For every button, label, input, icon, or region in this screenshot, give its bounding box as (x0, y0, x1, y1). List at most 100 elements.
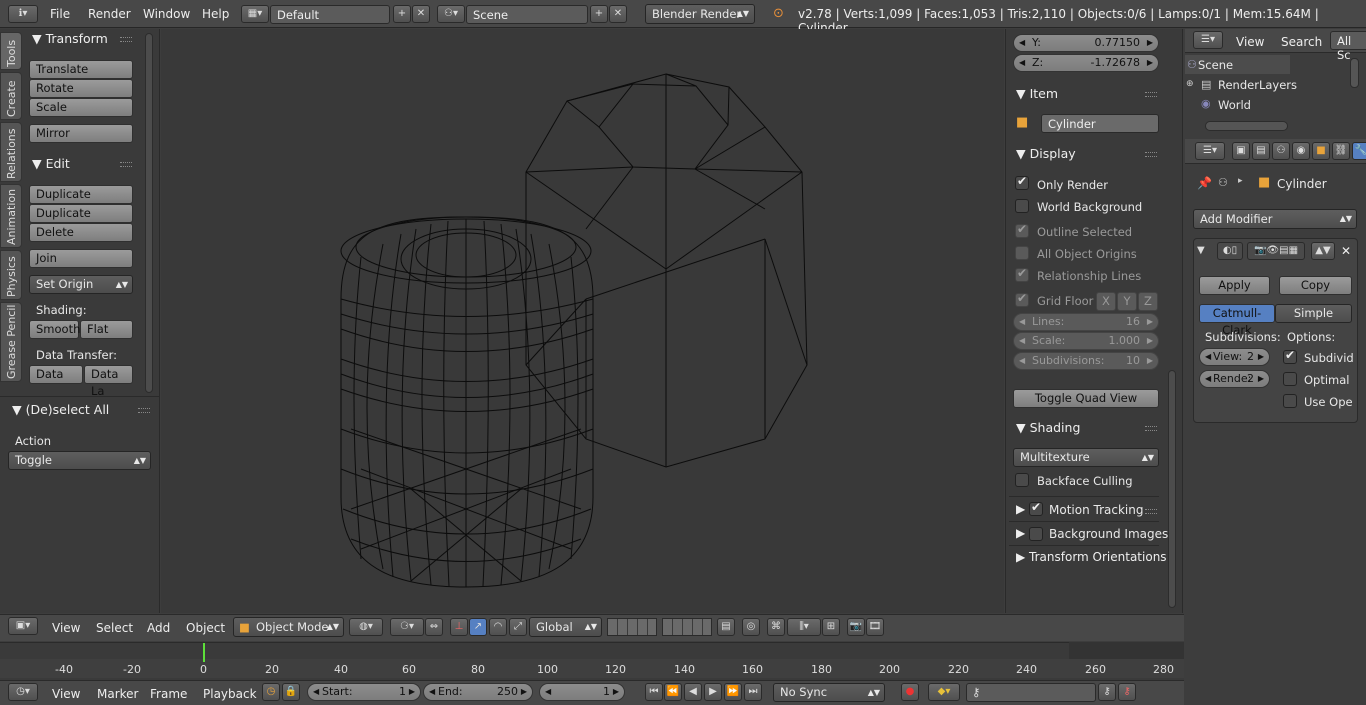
3d-viewport[interactable] (161, 29, 1004, 613)
viewport-add-menu[interactable]: Add (147, 621, 170, 635)
proportional-edit-icon[interactable]: ◎ (742, 618, 760, 636)
edit-panel-header[interactable]: ▼ Edit (32, 156, 70, 171)
increment-arrow-icon[interactable]: ▶ (613, 684, 619, 700)
outliner-v-scrollbar[interactable] (1350, 58, 1359, 88)
scene-layers-grid-2[interactable] (662, 618, 712, 636)
sync-mode-dropdown[interactable]: No Sync ▲▼ (773, 683, 885, 702)
object-name-field[interactable]: Cylinder (1041, 114, 1159, 133)
add-modifier-dropdown[interactable]: Add Modifier ▲▼ (1193, 209, 1357, 229)
viewport-editor-type-icon[interactable]: ▣▾ (8, 617, 38, 635)
tool-shelf-scrollbar[interactable] (145, 33, 153, 393)
increment-arrow-icon[interactable]: ▶ (1258, 371, 1264, 387)
render-engine-dropdown[interactable]: Blender Render ▲▼ (645, 4, 755, 24)
viewport-shading-icon[interactable]: ◍▾ (349, 618, 383, 636)
current-frame-field[interactable]: ◀ 1 ▶ (539, 683, 625, 701)
jump-end-icon[interactable]: ⏭ (744, 683, 762, 701)
end-frame-field[interactable]: ◀ End: 250 ▶ (423, 683, 533, 701)
increment-arrow-icon[interactable]: ▶ (1147, 35, 1153, 51)
increment-arrow-icon[interactable]: ▶ (1147, 333, 1153, 349)
motion-tracking-panel-header[interactable]: ▶ (1016, 502, 1025, 516)
panel-grip-icon[interactable] (1145, 92, 1157, 97)
copy-modifier-button[interactable]: Copy (1279, 276, 1352, 295)
decrement-arrow-icon[interactable]: ◀ (1019, 55, 1025, 71)
preview-range-icon[interactable]: ◷ (262, 683, 280, 701)
menu-render[interactable]: Render (88, 7, 131, 21)
location-z-field[interactable]: ◀ Z: -1.72678 ▶ (1013, 54, 1159, 72)
data-layout-button[interactable]: Data La (84, 365, 133, 398)
modifier-visibility-icons[interactable]: 📷👁▤▦ (1247, 242, 1305, 260)
manipulator-toggle-icon[interactable]: ⊥ (450, 618, 468, 636)
scene-tab-icon[interactable]: ⚇ (1272, 142, 1290, 160)
outliner-search-menu[interactable]: Search (1281, 35, 1322, 49)
timeline-ruler[interactable] (0, 659, 1184, 678)
simple-toggle[interactable]: Simple (1275, 304, 1352, 323)
increment-arrow-icon[interactable]: ▶ (1147, 55, 1153, 71)
outliner-renderlayers-item[interactable]: RenderLayers (1218, 78, 1297, 92)
tab-physics[interactable]: Physics (0, 250, 22, 300)
decrement-arrow-icon[interactable]: ◀ (1019, 314, 1025, 330)
viewport-select-menu[interactable]: Select (96, 621, 133, 635)
increment-arrow-icon[interactable]: ▶ (409, 684, 415, 700)
increment-arrow-icon[interactable]: ▶ (1147, 353, 1153, 369)
current-frame-indicator[interactable] (203, 643, 205, 662)
translate-button[interactable]: Translate (29, 60, 133, 79)
decrement-arrow-icon[interactable]: ◀ (1019, 35, 1025, 51)
start-frame-field[interactable]: ◀ Start: 1 ▶ (307, 683, 421, 701)
grid-lines-field[interactable]: ◀ Lines: 16 ▶ (1013, 313, 1159, 331)
tab-create[interactable]: Create (0, 72, 22, 120)
scale-manipulator-icon[interactable]: ⤢ (509, 618, 527, 636)
delete-keyframe-icon[interactable]: ⚷ (1118, 683, 1136, 701)
shading-panel-header[interactable]: ▼ Shading (1016, 420, 1080, 435)
increment-arrow-icon[interactable]: ▶ (521, 684, 527, 700)
viewport-view-menu[interactable]: View (52, 621, 80, 635)
pivot-point-icon[interactable]: ⚆▾ (390, 618, 424, 636)
manipulate-center-icon[interactable]: ⇔ (425, 618, 443, 636)
render-layers-tab-icon[interactable]: ▤ (1252, 142, 1270, 160)
timeline-frame-menu[interactable]: Frame (150, 687, 187, 701)
timeline-marker-menu[interactable]: Marker (97, 687, 138, 701)
remove-scene-icon[interactable]: ✕ (609, 5, 627, 23)
n-panel-scrollbar[interactable] (1168, 370, 1176, 608)
transform-panel-header[interactable]: ▼ Transform (32, 31, 108, 46)
translate-manipulator-icon[interactable]: ↗ (469, 618, 487, 636)
scene-layers-grid-1[interactable] (607, 618, 657, 636)
catmull-clark-toggle[interactable]: Catmull-Clark (1199, 304, 1275, 337)
world-background-checkbox[interactable] (1015, 199, 1029, 213)
only-render-checkbox[interactable] (1015, 174, 1029, 190)
grid-axis-y-toggle[interactable]: Y (1117, 292, 1137, 311)
grid-axis-x-toggle[interactable]: X (1096, 292, 1116, 311)
interaction-mode-dropdown[interactable]: ■ Object Mode ▲▼ (233, 617, 344, 637)
remove-modifier-icon[interactable]: ✕ (1341, 244, 1351, 258)
increment-arrow-icon[interactable]: ▶ (1258, 349, 1264, 365)
outliner-scene-item[interactable]: Scene (1198, 58, 1233, 72)
outliner-editor-type-icon[interactable]: ☰▾ (1193, 31, 1223, 49)
decrement-arrow-icon[interactable]: ◀ (1019, 333, 1025, 349)
panel-grip-icon[interactable] (1145, 152, 1157, 157)
apply-modifier-button[interactable]: Apply (1199, 276, 1270, 295)
jump-next-keyframe-icon[interactable]: ⏩ (724, 683, 742, 701)
auto-keyframe-record-icon[interactable]: ● (901, 683, 919, 701)
backface-culling-checkbox[interactable] (1015, 473, 1029, 487)
snap-target-icon[interactable]: ⊞ (822, 618, 840, 636)
screen-layout-field[interactable]: Default (270, 5, 390, 24)
lock-time-cursor-icon[interactable]: 🔒 (282, 683, 300, 701)
jump-start-icon[interactable]: ⏮ (645, 683, 663, 701)
mirror-button[interactable]: Mirror (29, 124, 133, 143)
outliner-world-item[interactable]: World (1218, 98, 1251, 112)
menu-file[interactable]: File (50, 7, 70, 21)
outliner-h-scrollbar[interactable] (1205, 121, 1288, 131)
motion-tracking-checkbox[interactable] (1029, 500, 1043, 516)
modifiers-tab-icon[interactable]: 🔧 (1352, 142, 1366, 160)
rotate-button[interactable]: Rotate (29, 79, 133, 98)
snap-toggle-icon[interactable]: ⌘ (767, 618, 785, 636)
rotate-manipulator-icon[interactable]: ◠ (489, 618, 507, 636)
scene-icon[interactable]: ⚇▾ (437, 5, 465, 23)
play-reverse-icon[interactable]: ◀ (684, 683, 702, 701)
render-tab-icon[interactable]: ▣ (1232, 142, 1250, 160)
remove-layout-icon[interactable]: ✕ (412, 5, 430, 23)
world-tab-icon[interactable]: ◉ (1292, 142, 1310, 160)
use-opensubdiv-checkbox[interactable] (1283, 394, 1297, 408)
layer-lock-icon[interactable]: ▤ (717, 618, 735, 636)
timeline-playback-menu[interactable]: Playback (203, 687, 257, 701)
menu-help[interactable]: Help (202, 7, 229, 21)
